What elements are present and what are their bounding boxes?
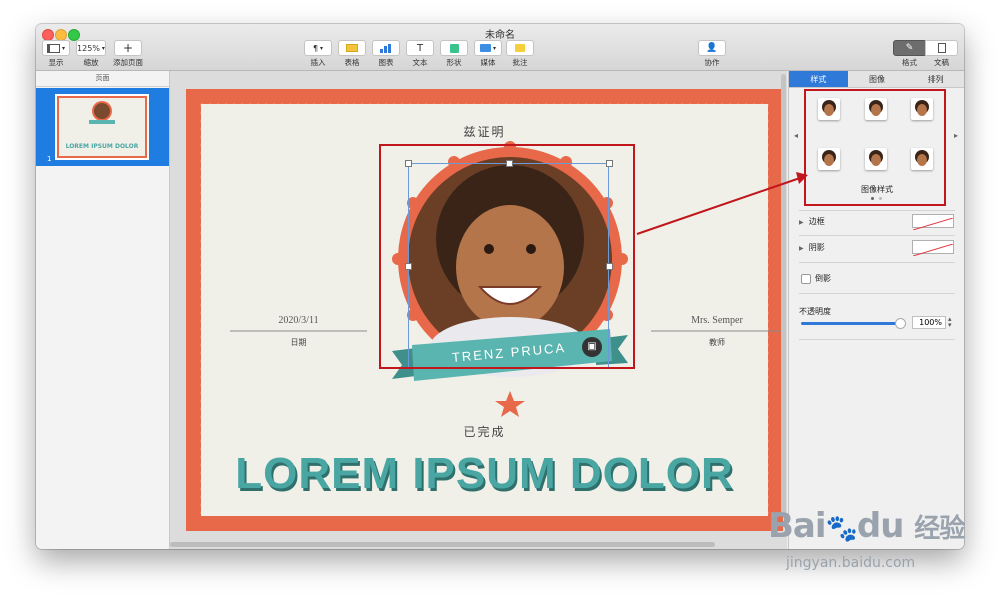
- add-page-label: 添加页面: [113, 58, 143, 67]
- watermark-brand: Bai🐾du 经验: [768, 506, 965, 546]
- opacity-slider[interactable]: [801, 322, 899, 325]
- opacity-field[interactable]: 100%: [912, 316, 946, 329]
- comment-button[interactable]: [506, 40, 534, 56]
- view-button[interactable]: ▾: [42, 40, 70, 56]
- photo-icon: [479, 44, 491, 52]
- disclosure-triangle-icon: ▶: [799, 245, 804, 252]
- completed-label[interactable]: 已完成: [186, 423, 783, 440]
- zoom-label: 缩放: [83, 58, 99, 67]
- document-icon: [937, 43, 946, 53]
- plus-icon: +: [122, 41, 134, 55]
- collaborate-button[interactable]: 👤: [698, 40, 726, 56]
- border-label: 边框: [808, 217, 825, 226]
- horizontal-scrollbar[interactable]: [170, 542, 715, 547]
- divider: [799, 210, 955, 211]
- comment-label: 批注: [512, 58, 528, 67]
- shadow-toggle[interactable]: ▶ 阴影: [799, 242, 825, 253]
- format-button[interactable]: ✎: [893, 40, 926, 56]
- paintbrush-icon: ✎: [905, 43, 914, 53]
- watermark-cn: 经验: [914, 514, 965, 544]
- inspector-tabs: 样式 图像 排列: [789, 71, 964, 88]
- annotation-box-image: [379, 144, 635, 369]
- document-canvas: 兹证明 TRENZ PRUCA 2020/3/11 日期 Mrs. Semper…: [170, 71, 787, 549]
- table-icon: [346, 44, 358, 52]
- opacity-label: 不透明度: [799, 307, 831, 316]
- table-label: 表格: [344, 58, 360, 67]
- watermark-brand-text: Bai: [768, 506, 827, 546]
- media-label: 媒体: [480, 58, 496, 67]
- shape-label: 形状: [446, 58, 462, 67]
- chevron-right-icon[interactable]: ▸: [954, 131, 958, 140]
- format-label: 格式: [902, 58, 917, 67]
- paragraph-icon: ¶: [312, 43, 319, 53]
- shadow-label: 阴影: [808, 243, 825, 252]
- shadow-style-swatch[interactable]: [912, 240, 954, 257]
- chevron-down-icon: ▾: [320, 44, 324, 52]
- annotation-box-styles: [804, 89, 946, 206]
- chart-icon: [380, 43, 391, 53]
- border-toggle[interactable]: ▶ 边框: [799, 216, 825, 227]
- watermark-brand-text-2: du: [856, 506, 905, 546]
- teacher-value[interactable]: Mrs. Semper: [651, 315, 783, 326]
- chart-button[interactable]: [372, 40, 400, 56]
- divider: [799, 293, 955, 294]
- date-label[interactable]: 日期: [230, 337, 367, 348]
- view-label: 显示: [48, 58, 64, 67]
- text-box-icon: T: [416, 42, 424, 54]
- tab-image[interactable]: 图像: [847, 71, 907, 88]
- app-window: 未命名 ▾ 显示 125% ▾ 缩放 + 添加页面 ¶ ▾ 插入 表格 图表 T …: [36, 24, 964, 549]
- zoom-value: 125%: [77, 43, 100, 53]
- certificate-page: 兹证明 TRENZ PRUCA 2020/3/11 日期 Mrs. Semper…: [186, 89, 783, 531]
- page-thumbnail-selected[interactable]: LOREM IPSUM DOLOR 1: [36, 88, 169, 166]
- opacity-slider-knob[interactable]: [895, 318, 906, 329]
- table-button[interactable]: [338, 40, 366, 56]
- page-thumbnail[interactable]: LOREM IPSUM DOLOR: [55, 94, 149, 160]
- divider: [799, 235, 955, 236]
- collaborate-label: 协作: [704, 58, 720, 67]
- shape-button[interactable]: [440, 40, 468, 56]
- chevron-down-icon: ▾: [61, 44, 65, 52]
- reflection-label: 倒影: [815, 274, 831, 283]
- document-label: 文稿: [934, 58, 949, 67]
- sidebar-header: 页面: [36, 71, 169, 87]
- add-page-button[interactable]: +: [114, 40, 142, 56]
- format-inspector: 样式 图像 排列 ◂ ▸ 图像样式 ▶ 边框 ▶ 阴影 倒影 不透明度 100%: [788, 71, 964, 549]
- certificate-heading[interactable]: 兹证明: [186, 123, 783, 140]
- text-button[interactable]: T: [406, 40, 434, 56]
- window-title: 未命名: [485, 30, 515, 41]
- disclosure-triangle-icon: ▶: [799, 219, 804, 226]
- reflection-checkbox[interactable]: [801, 274, 811, 284]
- paw-icon: 🐾: [825, 514, 858, 544]
- divider: [799, 339, 955, 340]
- opacity-stepper[interactable]: ▴ ▾: [948, 316, 952, 329]
- sidebar-view-icon: [46, 43, 60, 53]
- text-label: 文本: [412, 58, 428, 67]
- teacher-label[interactable]: 教师: [651, 337, 783, 348]
- person-plus-icon: 👤: [706, 43, 718, 53]
- media-button[interactable]: ▾: [474, 40, 502, 56]
- insert-label: 插入: [310, 58, 326, 67]
- zoom-select[interactable]: 125% ▾: [76, 40, 106, 56]
- certificate-main-title[interactable]: LOREM IPSUM DOLOR: [186, 449, 783, 499]
- border-style-swatch[interactable]: [912, 214, 954, 231]
- divider: [799, 262, 955, 263]
- document-button[interactable]: [925, 40, 958, 56]
- chevron-left-icon[interactable]: ◂: [794, 131, 798, 140]
- tab-arrange[interactable]: 排列: [906, 71, 964, 88]
- vertical-scrollbar[interactable]: [781, 74, 786, 514]
- thumb-title: LOREM IPSUM DOLOR: [65, 143, 139, 150]
- insert-button[interactable]: ¶ ▾: [304, 40, 332, 56]
- page-thumbnails-sidebar: 页面 LOREM IPSUM DOLOR 1: [36, 71, 170, 549]
- chart-label: 图表: [378, 58, 394, 67]
- date-value[interactable]: 2020/3/11: [230, 315, 367, 326]
- comment-icon: [515, 44, 525, 52]
- chevron-down-icon: ▾: [101, 44, 105, 52]
- tab-style[interactable]: 样式: [789, 71, 848, 88]
- watermark-url: jingyan.baidu.com: [786, 555, 916, 571]
- page-number: 1: [47, 155, 52, 163]
- replace-image-icon[interactable]: ▣: [582, 337, 602, 357]
- shape-icon: [449, 43, 459, 53]
- title-bar: 未命名 ▾ 显示 125% ▾ 缩放 + 添加页面 ¶ ▾ 插入 表格 图表 T …: [36, 24, 964, 71]
- chevron-down-icon: ▾: [492, 44, 496, 52]
